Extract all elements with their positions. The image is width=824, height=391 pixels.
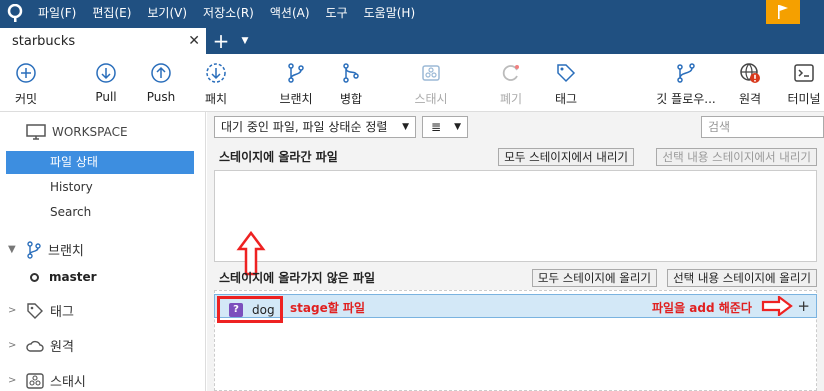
menu-view[interactable]: 보기(V) [139,0,195,26]
monitor-icon [26,124,46,140]
tab-starbucks[interactable]: starbucks ✕ [0,28,206,54]
git-flow-button[interactable]: 깃 플로우... [656,62,716,107]
tag-icon [557,64,576,83]
flag-button[interactable] [766,0,800,24]
menu-actions[interactable]: 액션(A) [262,0,318,26]
sidebar: WORKSPACE 파일 상태 History Search ▼ 브랜치 mas… [0,112,206,391]
push-button[interactable]: Push [133,62,189,104]
staged-header: 스테이지에 올라간 파일 모두 스테이지에서 내리기 선택 내용 스테이지에서 … [214,146,817,168]
sidebar-item-search[interactable]: Search [6,201,194,224]
file-dog[interactable]: ? dog [217,296,283,323]
pull-button[interactable]: Pull [78,62,134,104]
file-filter-select[interactable]: 대기 중인 파일, 파일 상태순 정렬 ▼ [214,116,416,138]
sidebar-section-remotes[interactable]: > 원격 [8,336,74,355]
close-icon[interactable]: ✕ [188,33,200,49]
annotation-add-hint: 파일을 add 해준다 [652,301,752,315]
terminal-icon [794,64,814,82]
annotation-stage-file: stage할 파일 [290,301,366,315]
toolbar: 커밋 Pull Push 패치 브랜치 병합 스태시 폐기 태그 깃 플로우..… [0,54,824,112]
unstage-all-button[interactable]: 모두 스테이지에서 내리기 [498,148,634,166]
chevron-down-icon: ▼ [8,244,16,255]
sidebar-section-branches[interactable]: ▼ 브랜치 [8,240,84,259]
merge-button[interactable]: 병합 [323,62,379,107]
remote-button[interactable]: 원격 [722,62,778,107]
menu-file[interactable]: 파일(F) [30,0,84,26]
untracked-icon: ? [229,302,243,317]
tag-button[interactable]: 태그 [538,62,594,107]
annotation-right-arrow [761,296,793,316]
staged-file-list[interactable] [214,170,817,262]
sidebar-item-file-status[interactable]: 파일 상태 [6,151,194,174]
stash-icon [422,65,440,81]
menu-bar: 파일(F) 편집(E) 보기(V) 저장소(R) 액션(A) 도구 도움말(H) [0,0,824,26]
chevron-right-icon: > [8,375,17,386]
sidebar-section-tags[interactable]: > 태그 [8,301,74,320]
stage-selected-button[interactable]: 선택 내용 스테이지에 올리기 [667,269,817,287]
menu-edit[interactable]: 편집(E) [84,0,139,26]
commit-button[interactable]: 커밋 [0,62,54,107]
terminal-button[interactable]: 터미널 [776,62,824,107]
globe-icon [740,63,760,83]
sourcetree-logo-icon [0,0,30,26]
menu-repository[interactable]: 저장소(R) [195,0,262,26]
commit-icon [16,63,36,83]
unstage-selected-button[interactable]: 선택 내용 스테이지에서 내리기 [656,148,817,166]
menu-help[interactable]: 도움말(H) [356,0,424,26]
tab-title: starbucks [12,33,76,49]
chevron-right-icon: > [8,305,17,316]
fetch-icon [206,63,226,83]
stage-file-plus-icon[interactable]: + [797,295,810,317]
workspace-header: WORKSPACE [26,124,128,140]
search-input[interactable]: 검색 [701,116,824,138]
merge-icon [343,63,359,83]
unstaged-header: 스테이지에 올라가지 않은 파일 모두 스테이지에 올리기 선택 내용 스테이지… [214,267,817,289]
view-mode-select[interactable]: ≣ ▼ [422,116,468,138]
discard-button[interactable]: 폐기 [483,62,539,107]
branch-icon [27,240,41,259]
git-flow-icon [677,63,695,83]
chevron-down-icon: ▼ [402,122,409,132]
stash-icon [26,372,44,389]
menu-tools[interactable]: 도구 [318,0,356,26]
file-name: dog [252,302,275,317]
chevron-down-icon: ▼ [454,122,461,132]
file-row[interactable]: ? dog stage할 파일 파일을 add 해준다 + [214,294,817,323]
main-panel: 대기 중인 파일, 파일 상태순 정렬 ▼ ≣ ▼ 검색 스테이지에 올라간 파… [207,112,824,391]
cloud-icon [26,340,44,352]
flag-icon [778,5,788,19]
add-tab-button[interactable]: + [206,28,236,54]
pull-icon [96,63,116,83]
tab-bar: starbucks ✕ + ▼ [0,26,824,54]
push-icon [151,63,171,83]
tab-menu-button[interactable]: ▼ [236,28,254,54]
fetch-button[interactable]: 패치 [188,62,244,107]
list-icon: ≣ [431,120,442,134]
tag-icon [27,302,43,319]
stage-all-button[interactable]: 모두 스테이지에 올리기 [531,269,657,287]
stash-button[interactable]: 스태시 [403,62,459,107]
branch-icon [288,63,304,83]
discard-icon [502,65,519,81]
current-branch-icon [30,272,39,282]
chevron-right-icon: > [8,340,17,351]
sidebar-item-history[interactable]: History [6,176,194,199]
sidebar-section-stashes[interactable]: > 스태시 [8,371,86,390]
branch-button[interactable]: 브랜치 [268,62,324,107]
branch-item-master[interactable]: master [30,270,97,284]
